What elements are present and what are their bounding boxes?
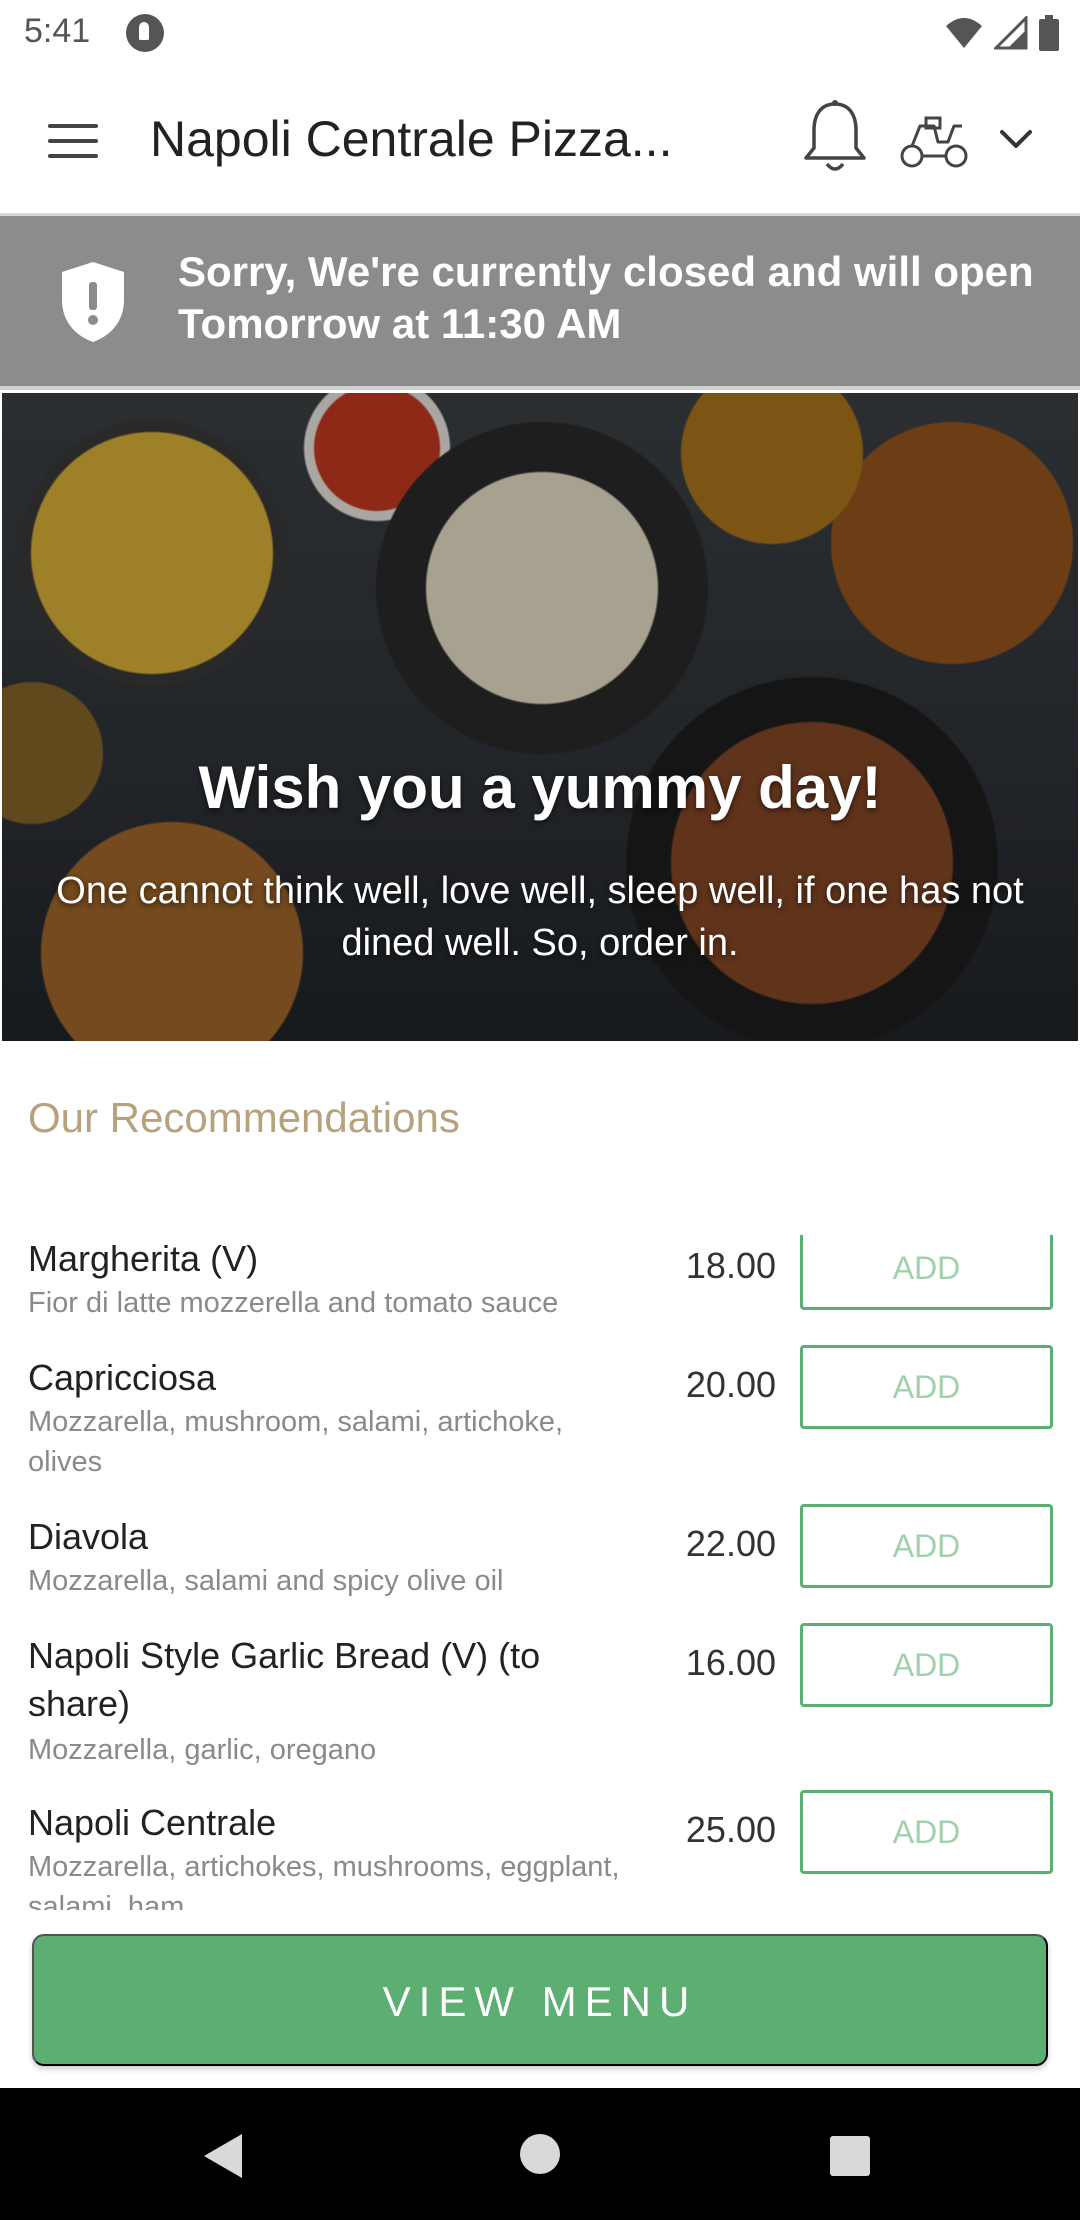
item-price: 25.00 <box>685 1809 776 1850</box>
battery-icon <box>1039 15 1059 51</box>
closed-notice-text: Sorry, We're currently closed and will o… <box>178 248 1034 347</box>
item-description: Mozzarella, salami and spicy olive oil <box>28 1565 504 1597</box>
add-button[interactable]: ADD <box>800 1345 1053 1429</box>
recommendations-title: Our Recommendations <box>28 1094 460 1141</box>
add-button[interactable]: ADD <box>800 1504 1053 1588</box>
page-title: Napoli Centrale Pizza... <box>150 111 673 167</box>
item-price: 16.00 <box>685 1642 776 1683</box>
item-description: Mozzarella, garlic, oregano <box>28 1734 377 1766</box>
wifi-icon <box>946 18 982 48</box>
system-nav-bar <box>0 2088 1080 2220</box>
item-name: Capricciosa <box>28 1357 217 1398</box>
app-bar: Napoli Centrale Pizza... <box>0 66 1080 216</box>
item-name: Napoli Centrale <box>28 1802 277 1843</box>
hero-headline: Wish you a yummy day! <box>198 754 882 821</box>
item-name: Napoli Style Garlic Bread (V) (to share) <box>28 1635 541 1724</box>
item-price: 20.00 <box>685 1364 776 1405</box>
home-icon[interactable] <box>520 2134 560 2174</box>
cell-signal-icon <box>994 16 1028 50</box>
item-price: 22.00 <box>685 1523 776 1564</box>
item-description: Fior di latte mozzerella and tomato sauc… <box>28 1287 559 1319</box>
back-icon[interactable] <box>202 2132 246 2180</box>
add-button[interactable]: ADD <box>800 1790 1053 1874</box>
item-price: 18.00 <box>685 1245 776 1286</box>
status-icons <box>944 14 1060 52</box>
notification-app-icon <box>126 14 164 52</box>
hamburger-menu-icon[interactable] <box>40 116 106 166</box>
item-name: Margherita (V) <box>28 1238 259 1279</box>
recommendations-list[interactable]: Margherita (V) Fior di latte mozzerella … <box>0 1235 1080 1910</box>
hero-subtext: One cannot think well, love well, sleep … <box>56 870 1024 964</box>
closed-notice-banner: Sorry, We're currently closed and will o… <box>0 216 1080 390</box>
delivery-scooter-icon[interactable] <box>898 112 970 172</box>
add-button[interactable]: ADD <box>800 1235 1053 1310</box>
chevron-down-icon[interactable] <box>994 118 1038 162</box>
shield-alert-icon <box>62 262 124 342</box>
item-description: Mozzarella, mushroom, salami, artichoke,… <box>28 1406 564 1478</box>
view-menu-button[interactable]: VIEW MENU <box>32 1934 1048 2066</box>
recent-apps-icon[interactable] <box>830 2136 870 2176</box>
item-description: Mozzarella, artichokes, mushrooms, eggpl… <box>28 1851 620 1910</box>
add-button[interactable]: ADD <box>800 1623 1053 1707</box>
bell-icon[interactable] <box>800 98 870 178</box>
item-name: Diavola <box>28 1516 149 1557</box>
status-time: 5:41 <box>24 12 91 50</box>
hero-banner: Wish you a yummy day! One cannot think w… <box>2 393 1078 1041</box>
status-bar: 5:41 <box>0 0 1080 66</box>
